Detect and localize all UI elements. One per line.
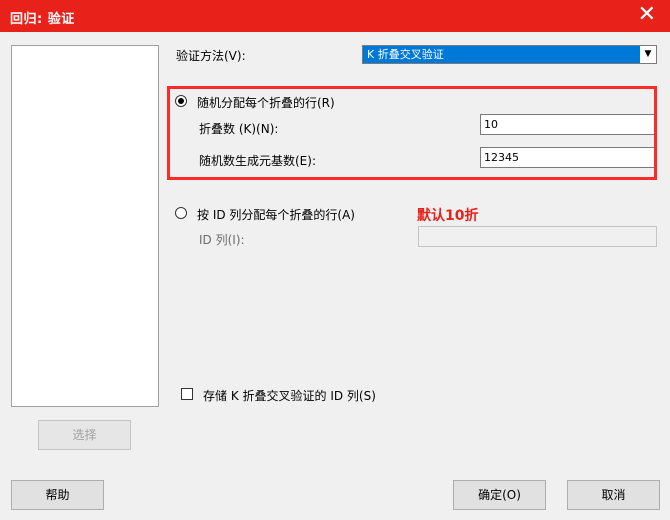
select-button[interactable]: 选择 [38,420,131,450]
folds-label: 折叠数 (K)(N): [199,122,279,136]
window-title: 回归: 验证 [10,12,75,27]
seed-label: 随机数生成元基数(E): [199,154,316,168]
close-icon[interactable]: ✕ [638,3,656,27]
ok-button[interactable]: 确定(O) [453,480,546,510]
chevron-down-icon[interactable]: ▼ [640,46,656,63]
random-fold-label[interactable]: 随机分配每个折叠的行(R) [197,94,335,111]
seed-input[interactable]: 12345 [480,147,657,168]
help-button[interactable]: 帮助 [11,480,104,510]
id-fold-radio[interactable] [175,207,187,219]
id-fold-label[interactable]: 按 ID 列分配每个折叠的行(A) [197,206,355,223]
id-column-input[interactable] [418,226,657,247]
store-id-label[interactable]: 存储 K 折叠交叉验证的 ID 列(S) [203,387,376,404]
random-fold-radio[interactable] [175,95,187,107]
id-column-label: ID 列(I): [199,233,245,247]
cancel-button[interactable]: 取消 [567,480,660,510]
validation-method-label: 验证方法(V): [176,49,246,63]
annotation-default-folds: 默认10折 [417,208,479,224]
validation-method-dropdown[interactable]: K 折叠交叉验证 ▼ [362,45,657,64]
variables-listbox[interactable] [11,45,159,407]
folds-input[interactable]: 10 [480,114,657,135]
store-id-checkbox[interactable] [181,388,193,400]
validation-method-selected: K 折叠交叉验证 [363,46,640,63]
title-bar: 回归: 验证 ✕ [0,0,670,32]
